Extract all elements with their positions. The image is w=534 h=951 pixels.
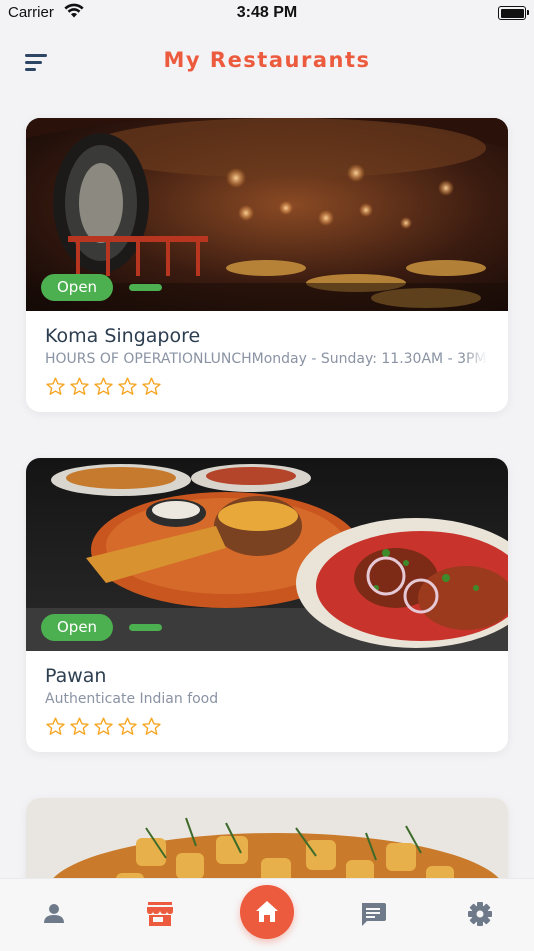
star-icon[interactable]: [117, 716, 138, 737]
restaurant-card[interactable]: Open Pawan Authenticate Indian food: [26, 458, 508, 752]
status-badge: Open: [41, 274, 114, 301]
star-icon[interactable]: [45, 376, 66, 397]
restaurant-card[interactable]: Open Koma Singapore HOURS OF OPERATIONLU…: [26, 118, 508, 412]
status-bar: Carrier 3:48 PM: [0, 0, 534, 28]
star-icon[interactable]: [117, 376, 138, 397]
star-icon[interactable]: [45, 716, 66, 737]
star-icon[interactable]: [93, 376, 114, 397]
home-button[interactable]: [240, 885, 294, 939]
star-icon[interactable]: [69, 376, 90, 397]
home-icon: [256, 901, 278, 922]
tab-bar: [0, 878, 534, 951]
star-icon[interactable]: [141, 716, 162, 737]
rating-stars[interactable]: [45, 716, 162, 737]
settings-icon[interactable]: [463, 897, 497, 931]
profile-icon[interactable]: [37, 897, 71, 931]
restaurant-description: Authenticate Indian food: [45, 691, 487, 707]
star-icon[interactable]: [93, 716, 114, 737]
status-badge: Open: [41, 614, 114, 641]
battery-icon: [498, 6, 529, 20]
chat-icon[interactable]: [356, 897, 390, 931]
rating-stars[interactable]: [45, 376, 162, 397]
app-header: My Restaurants: [0, 40, 534, 84]
restaurant-image: Open: [26, 458, 508, 651]
status-indicator: [129, 284, 162, 291]
restaurant-image: Open: [26, 118, 508, 311]
restaurant-name: Koma Singapore: [45, 325, 201, 347]
status-time: 3:48 PM: [236, 4, 298, 21]
star-icon[interactable]: [141, 376, 162, 397]
restaurant-description: HOURS OF OPERATIONLUNCHMonday - Sunday: …: [45, 351, 487, 367]
restaurant-name: Pawan: [45, 665, 107, 687]
page-title: My Restaurants: [163, 48, 371, 72]
store-icon[interactable]: [143, 897, 177, 931]
star-icon[interactable]: [69, 716, 90, 737]
status-indicator: [129, 624, 162, 631]
